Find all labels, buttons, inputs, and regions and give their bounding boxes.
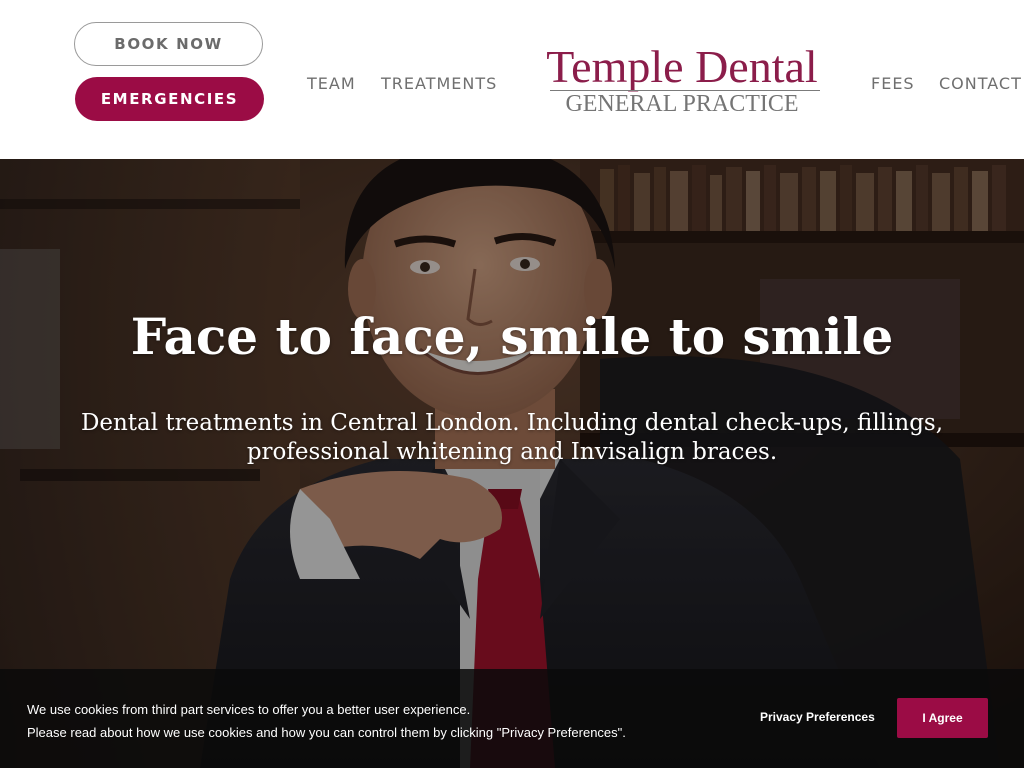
logo-subtitle: GENERAL PRACTICE [565,91,799,117]
hero-subtitle: Dental treatments in Central London. Inc… [80,410,944,465]
book-now-button[interactable]: BOOK NOW [74,22,263,66]
cookie-message-line-1: We use cookies from third part services … [27,702,471,717]
nav-link-treatments[interactable]: TREATMENTS [381,74,497,93]
site-logo[interactable]: Temple Dental GENERAL PRACTICE [538,42,826,118]
cookie-message: We use cookies from third part services … [27,698,707,744]
cookie-banner: We use cookies from third part services … [0,669,1024,768]
logo-name: Temple Dental [546,41,818,92]
emergencies-button[interactable]: EMERGENCIES [75,77,264,121]
site-header: BOOK NOW EMERGENCIES TEAM TREATMENTS Tem… [0,0,1024,159]
nav-link-team[interactable]: TEAM [307,74,356,93]
nav-link-fees[interactable]: FEES [871,74,915,93]
hero-title: Face to face, smile to smile [130,307,894,366]
nav-link-contact[interactable]: CONTACT [939,74,1022,93]
cookie-message-line-2: Please read about how we use cookies and… [27,725,626,740]
cookie-agree-button[interactable]: I Agree [897,698,988,738]
privacy-preferences-link[interactable]: Privacy Preferences [760,710,875,724]
